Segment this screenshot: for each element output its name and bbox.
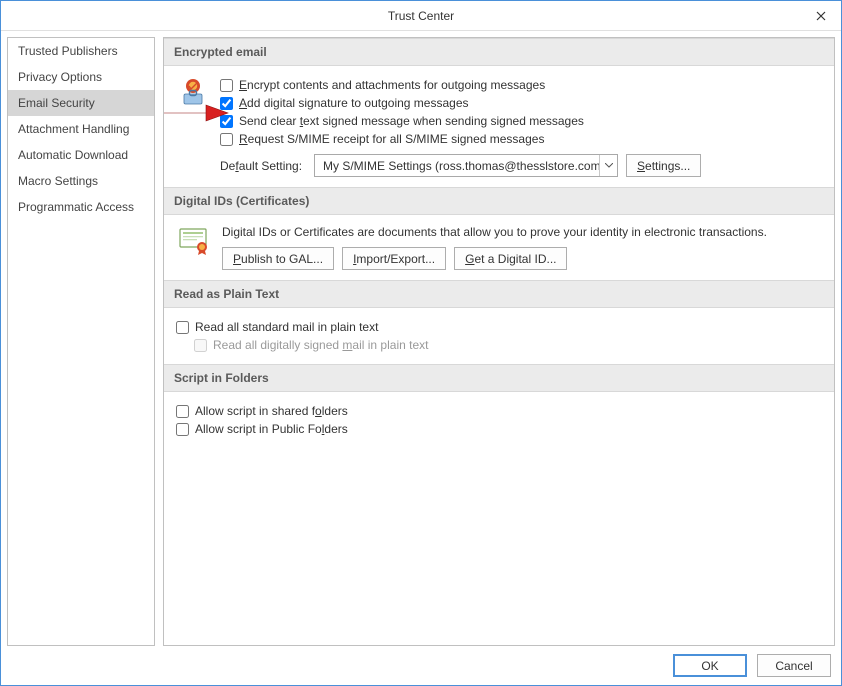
group-header-script: Script in Folders [164,364,834,392]
checkbox-script-public[interactable] [176,423,189,436]
titlebar: Trust Center [1,1,841,31]
window-title: Trust Center [388,9,454,23]
ok-button[interactable]: OK [673,654,747,677]
close-icon [816,11,826,21]
checkbox-smime-receipt[interactable] [220,133,233,146]
group-digital-ids: Digital IDs (Certificates) [164,187,834,280]
checkbox-clear-text[interactable] [220,115,233,128]
label-read-signed-plain: Read all digitally signed mail in plain … [213,338,428,352]
chevron-down-icon [599,155,617,176]
certificate-icon [176,225,212,255]
trust-center-window: Trust Center Trusted Publishers Privacy … [0,0,842,686]
sidebar: Trusted Publishers Privacy Options Email… [7,37,155,646]
close-button[interactable] [801,1,841,31]
checkbox-add-signature[interactable] [220,97,233,110]
content-panel: Encrypted email [163,37,835,646]
sidebar-item-macro-settings[interactable]: Macro Settings [8,168,154,194]
checkbox-read-plain[interactable] [176,321,189,334]
checkbox-script-shared[interactable] [176,405,189,418]
sidebar-item-trusted-publishers[interactable]: Trusted Publishers [8,38,154,64]
label-script-public: Allow script in Public Folders [195,422,348,436]
group-plain-text: Read as Plain Text Read all standard mai… [164,280,834,364]
label-clear-text: Send clear text signed message when send… [239,114,584,128]
get-digital-id-button[interactable]: Get a Digital ID... [454,247,567,270]
label-smime-receipt: Request S/MIME receipt for all S/MIME si… [239,132,544,146]
body-area: Trusted Publishers Privacy Options Email… [1,31,841,646]
checkbox-encrypt-contents[interactable] [220,79,233,92]
default-setting-dropdown[interactable]: My S/MIME Settings (ross.thomas@thesslst… [314,154,618,177]
import-export-button[interactable]: Import/Export... [342,247,446,270]
group-header-plain-text: Read as Plain Text [164,280,834,308]
cancel-button[interactable]: Cancel [757,654,831,677]
group-encrypted-email: Encrypted email [164,38,834,187]
sidebar-item-email-security[interactable]: Email Security [8,90,154,116]
default-setting-label: Default Setting: [220,159,306,173]
label-add-signature: Add digital signature to outgoing messag… [239,96,469,110]
sidebar-item-privacy-options[interactable]: Privacy Options [8,64,154,90]
label-script-shared: Allow script in shared folders [195,404,348,418]
label-encrypt-contents: Encrypt contents and attachments for out… [239,78,545,92]
digital-ids-description: Digital IDs or Certificates are document… [222,225,824,239]
group-header-encrypted: Encrypted email [164,38,834,66]
group-script-folders: Script in Folders Allow script in shared… [164,364,834,448]
checkbox-read-signed-plain [194,339,207,352]
sidebar-item-attachment-handling[interactable]: Attachment Handling [8,116,154,142]
publish-to-gal-button[interactable]: Publish to GAL... [222,247,334,270]
default-setting-value: My S/MIME Settings (ross.thomas@thesslst… [315,159,599,173]
encrypted-email-icon [176,76,212,106]
sidebar-item-programmatic-access[interactable]: Programmatic Access [8,194,154,220]
label-read-plain: Read all standard mail in plain text [195,320,378,334]
button-bar: OK Cancel [1,646,841,685]
sidebar-item-automatic-download[interactable]: Automatic Download [8,142,154,168]
group-header-digital-ids: Digital IDs (Certificates) [164,187,834,215]
settings-button[interactable]: Settings... [626,154,701,177]
